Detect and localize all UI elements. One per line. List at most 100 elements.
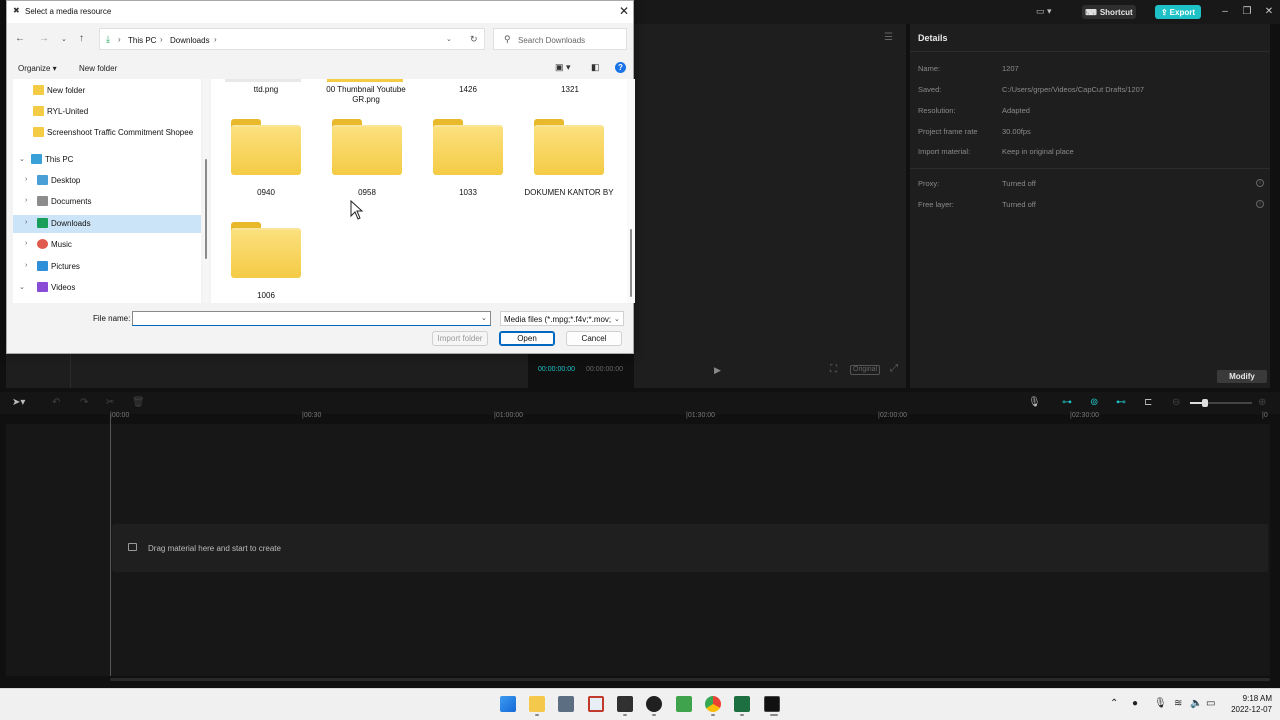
preview-axis-icon[interactable]: ⊏ — [1144, 397, 1152, 408]
layout-icon[interactable]: ▭ ▾ — [1036, 6, 1060, 18]
modify-button[interactable]: Modify — [1217, 370, 1267, 383]
nav-item-videos[interactable]: ⌄ Videos — [13, 279, 201, 297]
folder-icon[interactable] — [231, 119, 301, 175]
close-icon[interactable]: ✕ — [619, 4, 629, 18]
nav-item-music[interactable]: › Music — [13, 236, 201, 254]
fullscreen-icon[interactable]: ⤢ — [890, 363, 898, 374]
folder-icon[interactable] — [231, 222, 301, 278]
chevron-right-icon[interactable]: › — [160, 35, 163, 44]
timeline-scrollbar[interactable] — [110, 678, 1270, 681]
cancel-button[interactable]: Cancel — [566, 331, 622, 346]
change-view-icon[interactable]: ▣ ▾ — [555, 62, 571, 73]
zoom-out-icon[interactable]: ⊖ — [1172, 397, 1180, 408]
file-list-scrollbar[interactable] — [627, 79, 635, 303]
chevron-down-icon[interactable]: ⌄ — [19, 155, 25, 163]
new-folder-button[interactable]: New folder — [79, 64, 117, 73]
zoom-slider-knob[interactable] — [1202, 399, 1208, 407]
main-track-drop-zone[interactable] — [112, 524, 1268, 572]
file-label[interactable]: 00 Thumbnail Youtube GR.png — [321, 85, 411, 105]
nav-item-downloads[interactable]: › Downloads — [13, 215, 201, 233]
chevron-right-icon[interactable]: › — [25, 262, 27, 269]
calculator-icon[interactable] — [558, 696, 574, 712]
chevron-right-icon[interactable]: › — [25, 176, 27, 183]
playhead[interactable] — [110, 414, 111, 676]
ratio-icon[interactable]: ⛶ — [830, 364, 837, 375]
shortcut-button[interactable]: ⌨ Shortcut — [1082, 5, 1136, 19]
file-type-select[interactable]: Media files (*.mpg;*.f4v;*.mov; ⌄ — [500, 311, 624, 326]
up-arrow-icon[interactable]: ↑ — [79, 33, 84, 44]
search-input[interactable] — [518, 34, 622, 46]
select-tool-icon[interactable]: ➤▾ — [12, 397, 25, 408]
zoom-slider[interactable] — [1190, 399, 1252, 407]
main-track-magnet-icon[interactable]: ⊶ — [1062, 397, 1072, 408]
snipping-tool-icon[interactable] — [588, 696, 604, 712]
minimize-icon[interactable]: – — [1218, 5, 1232, 19]
refresh-icon[interactable]: ↻ — [470, 34, 478, 45]
folder-icon[interactable] — [332, 119, 402, 175]
image-thumbnail[interactable] — [225, 79, 301, 82]
image-thumbnail[interactable] — [327, 79, 403, 82]
breadcrumb-downloads[interactable]: Downloads — [170, 36, 210, 45]
organize-button[interactable]: Organize ▾ — [18, 64, 57, 73]
nav-item-this-pc[interactable]: ⌄ This PC — [13, 151, 201, 169]
chevron-down-icon[interactable]: ⌄ — [481, 314, 487, 322]
sticky-notes-icon[interactable] — [617, 696, 633, 712]
zoom-in-icon[interactable]: ⊕ — [1258, 397, 1266, 408]
chevron-down-icon[interactable]: ⌄ — [19, 283, 25, 291]
scroll-thumb[interactable] — [205, 159, 207, 259]
file-list-pane[interactable]: ttd.png 00 Thumbnail Youtube GR.png 1426… — [211, 79, 627, 303]
file-explorer-icon[interactable] — [529, 696, 545, 712]
chrome-icon[interactable] — [705, 696, 721, 712]
chevron-right-icon[interactable]: › — [25, 219, 27, 226]
image-editor-icon[interactable] — [676, 696, 692, 712]
maximize-icon[interactable]: ❐ — [1240, 5, 1254, 19]
nav-item-documents[interactable]: › Documents — [13, 193, 201, 211]
address-bar[interactable]: ⤓ › This PC › Downloads › ⌄ ↻ — [99, 28, 485, 50]
folder-label[interactable]: 1426 — [423, 85, 513, 95]
nav-item-desktop[interactable]: › Desktop — [13, 172, 201, 190]
capcut-icon[interactable] — [764, 696, 780, 712]
folder-label[interactable]: 1033 — [423, 188, 513, 198]
back-arrow-icon[interactable]: ← — [15, 33, 25, 44]
clock-date[interactable]: 2022-12-07 — [1220, 705, 1272, 714]
nav-item-ryl-united[interactable]: RYL-United — [13, 103, 201, 121]
wifi-icon[interactable]: ≋ — [1174, 698, 1182, 709]
microphone-icon[interactable]: 🎙 — [1028, 397, 1041, 408]
chevron-right-icon[interactable]: › — [25, 240, 27, 247]
preview-pane-icon[interactable]: ◧ — [591, 62, 600, 73]
navigation-scrollbar[interactable] — [203, 79, 209, 303]
player-menu-icon[interactable]: ☰ — [884, 32, 893, 43]
folder-icon[interactable] — [534, 119, 604, 175]
help-icon[interactable]: ? — [615, 62, 626, 73]
folder-label[interactable]: 0940 — [221, 188, 311, 198]
recent-locations-icon[interactable]: ⌄ — [61, 35, 67, 43]
obs-tray-icon[interactable]: ● — [1132, 698, 1138, 709]
folder-label[interactable]: DOKUMEN KANTOR BY — [524, 188, 614, 198]
battery-icon[interactable]: ▭ — [1206, 698, 1215, 709]
info-icon[interactable]: i — [1256, 200, 1264, 208]
original-button[interactable]: Original — [850, 365, 881, 375]
folder-label[interactable]: 1321 — [525, 85, 615, 95]
dialog-titlebar[interactable]: ✖ Select a media resource ✕ — [7, 1, 633, 23]
export-button[interactable]: ⇪ Export — [1155, 5, 1201, 19]
clock-time[interactable]: 9:18 AM — [1228, 694, 1272, 703]
delete-icon[interactable]: 🗑 — [132, 397, 145, 408]
undo-icon[interactable]: ↶ — [52, 397, 60, 408]
nav-item-screenshoot[interactable]: Screenshoot Traffic Commitment Shopee — [13, 124, 201, 142]
play-icon[interactable]: ▶ — [714, 365, 721, 376]
chevron-right-icon[interactable]: › — [25, 197, 27, 204]
redo-icon[interactable]: ↷ — [80, 397, 88, 408]
chevron-down-icon[interactable]: ⌄ — [446, 35, 452, 43]
open-button[interactable]: Open — [499, 331, 555, 346]
info-icon[interactable]: i — [1256, 179, 1264, 187]
excel-icon[interactable] — [734, 696, 750, 712]
file-label[interactable]: ttd.png — [221, 85, 311, 95]
chevron-right-icon[interactable]: › — [214, 35, 217, 44]
chevron-up-icon[interactable]: ⌃ — [1110, 698, 1118, 709]
windows-start-icon[interactable] — [500, 696, 516, 712]
timeline-ruler[interactable]: |00:00 |00:30 |01:00:00 |01:30:00 |02:00… — [110, 412, 1270, 422]
file-name-input[interactable] — [132, 311, 491, 326]
search-box[interactable]: ⚲ — [493, 28, 627, 50]
forward-arrow-icon[interactable]: → — [39, 33, 49, 44]
scroll-thumb[interactable] — [630, 229, 632, 297]
